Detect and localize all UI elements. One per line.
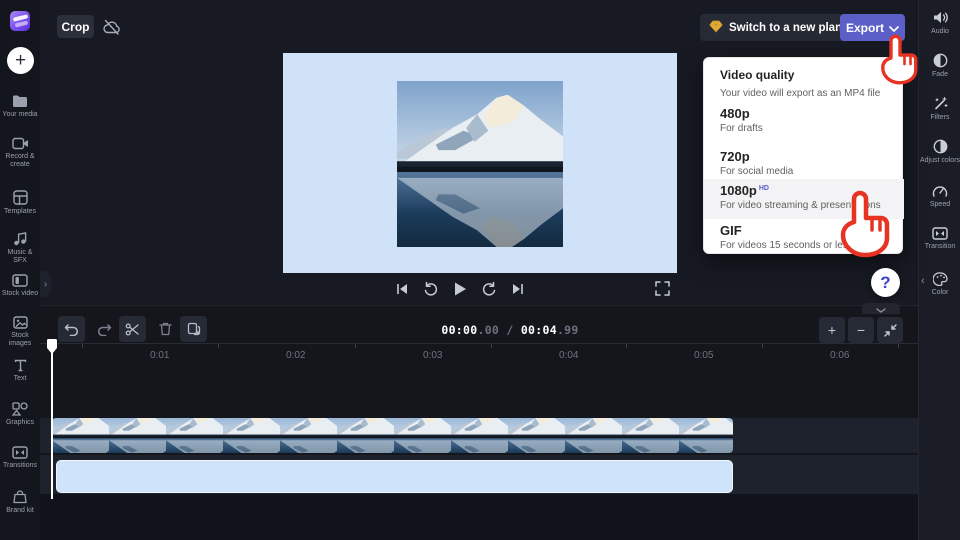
split-scissors-button[interactable]	[119, 316, 146, 342]
zoom-in-button[interactable]: +	[819, 317, 845, 343]
overlay-clip[interactable]	[56, 460, 733, 493]
pointer-hand-cursor-1080p	[833, 190, 899, 267]
transitions-icon	[0, 446, 40, 459]
chevron-down-icon	[876, 300, 886, 318]
crop-button[interactable]: Crop	[57, 15, 94, 38]
skip-start-button[interactable]	[392, 279, 412, 299]
playhead-handle[interactable]	[46, 338, 58, 360]
speed-icon	[919, 184, 960, 198]
sidebar-item-templates[interactable]: Templates	[0, 190, 40, 216]
fullscreen-button[interactable]	[655, 281, 673, 299]
sidebar-item-filters[interactable]: Filters	[919, 96, 960, 122]
switch-plan-button[interactable]: Switch to a new plan	[700, 14, 852, 41]
forward-button[interactable]	[479, 279, 499, 299]
sidebar-item-transition[interactable]: Transition	[919, 227, 960, 251]
filters-icon	[919, 96, 960, 111]
graphics-icon	[0, 402, 40, 416]
menu-item-720p[interactable]: 720p For social media	[704, 145, 904, 179]
video-clip[interactable]	[52, 418, 733, 453]
record-camera-icon	[0, 137, 40, 150]
video-preview-canvas[interactable]	[283, 53, 677, 273]
right-panel-collapse-handle[interactable]: ‹	[921, 275, 925, 287]
menu-item-480p[interactable]: 480p For drafts	[704, 102, 904, 142]
sidebar-item-color[interactable]: Color	[919, 272, 960, 297]
text-icon	[0, 359, 40, 372]
timecode-display: 00:00.00 / 00:04.99	[441, 323, 579, 337]
cloud-offline-icon	[100, 16, 122, 38]
zoom-fit-button[interactable]	[877, 317, 903, 343]
sidebar-item-stock-images[interactable]: Stock images	[0, 316, 40, 348]
sidebar-item-brand-kit[interactable]: Brand kit	[0, 490, 40, 515]
undo-button[interactable]	[58, 316, 85, 342]
fade-icon	[919, 53, 960, 68]
duplicate-button[interactable]	[180, 316, 207, 342]
mountain-preview-image	[397, 81, 563, 247]
add-media-button[interactable]: +	[7, 47, 34, 74]
play-button[interactable]	[450, 279, 470, 299]
adjust-colors-icon	[919, 139, 960, 154]
sidebar-item-graphics[interactable]: Graphics	[0, 402, 40, 427]
sidebar-item-audio[interactable]: Audio	[919, 10, 960, 36]
sidebar-item-speed[interactable]: Speed	[919, 184, 960, 209]
clipchamp-editor: + Your media Record & create Templates M…	[0, 0, 960, 540]
menu-title: Video quality	[720, 68, 795, 82]
chevron-down-icon	[889, 21, 899, 35]
templates-icon	[0, 190, 40, 205]
timeline-ruler[interactable]: 0:01 0:02 0:03 0:04 0:05 0:06	[40, 343, 918, 370]
timeline-panel: 00:00.00 / 00:04.99 + − 0:01 0:02 0:03 0…	[40, 305, 918, 540]
sidebar-item-text[interactable]: Text	[0, 359, 40, 383]
sidebar-item-record-create[interactable]: Record & create	[0, 137, 40, 169]
sidebar-item-adjust-colors[interactable]: Adjust colors	[919, 139, 960, 165]
clipchamp-logo-icon[interactable]	[10, 11, 30, 31]
sidebar-item-transitions[interactable]: Transitions	[0, 446, 40, 470]
rewind-button[interactable]	[421, 279, 441, 299]
color-icon	[919, 272, 960, 286]
left-sidebar: + Your media Record & create Templates M…	[0, 0, 40, 540]
audio-icon	[919, 10, 960, 25]
sidebar-item-music-sfx[interactable]: Music & SFX	[0, 231, 40, 265]
right-sidebar: Audio Fade Filters Adjust colors Speed T…	[918, 0, 960, 540]
sidebar-item-fade[interactable]: Fade	[919, 53, 960, 79]
pointer-hand-cursor-export	[876, 34, 924, 93]
zoom-out-button[interactable]: −	[848, 317, 874, 343]
playhead[interactable]	[51, 341, 53, 499]
stock-images-icon	[0, 316, 40, 329]
sidebar-item-stock-video[interactable]: Stock video	[0, 274, 40, 298]
stock-video-icon	[0, 274, 40, 287]
skip-end-button[interactable]	[508, 279, 528, 299]
transition-icon	[919, 227, 960, 240]
brand-kit-icon	[0, 490, 40, 504]
timeline-collapse-tab[interactable]	[862, 303, 900, 314]
gem-icon	[709, 20, 723, 36]
hd-badge: HD	[758, 184, 769, 192]
delete-button[interactable]	[152, 316, 179, 342]
menu-subtitle: Your video will export as an MP4 file	[720, 88, 881, 99]
timeline-empty-area	[40, 494, 918, 540]
sidebar-item-your-media[interactable]: Your media	[0, 94, 40, 119]
redo-button[interactable]	[91, 316, 118, 342]
help-button[interactable]: ?	[871, 268, 900, 297]
folder-icon	[0, 94, 40, 108]
music-note-icon	[0, 231, 40, 246]
left-panel-expand-handle[interactable]: ›	[40, 271, 51, 297]
transport-controls	[392, 279, 528, 299]
